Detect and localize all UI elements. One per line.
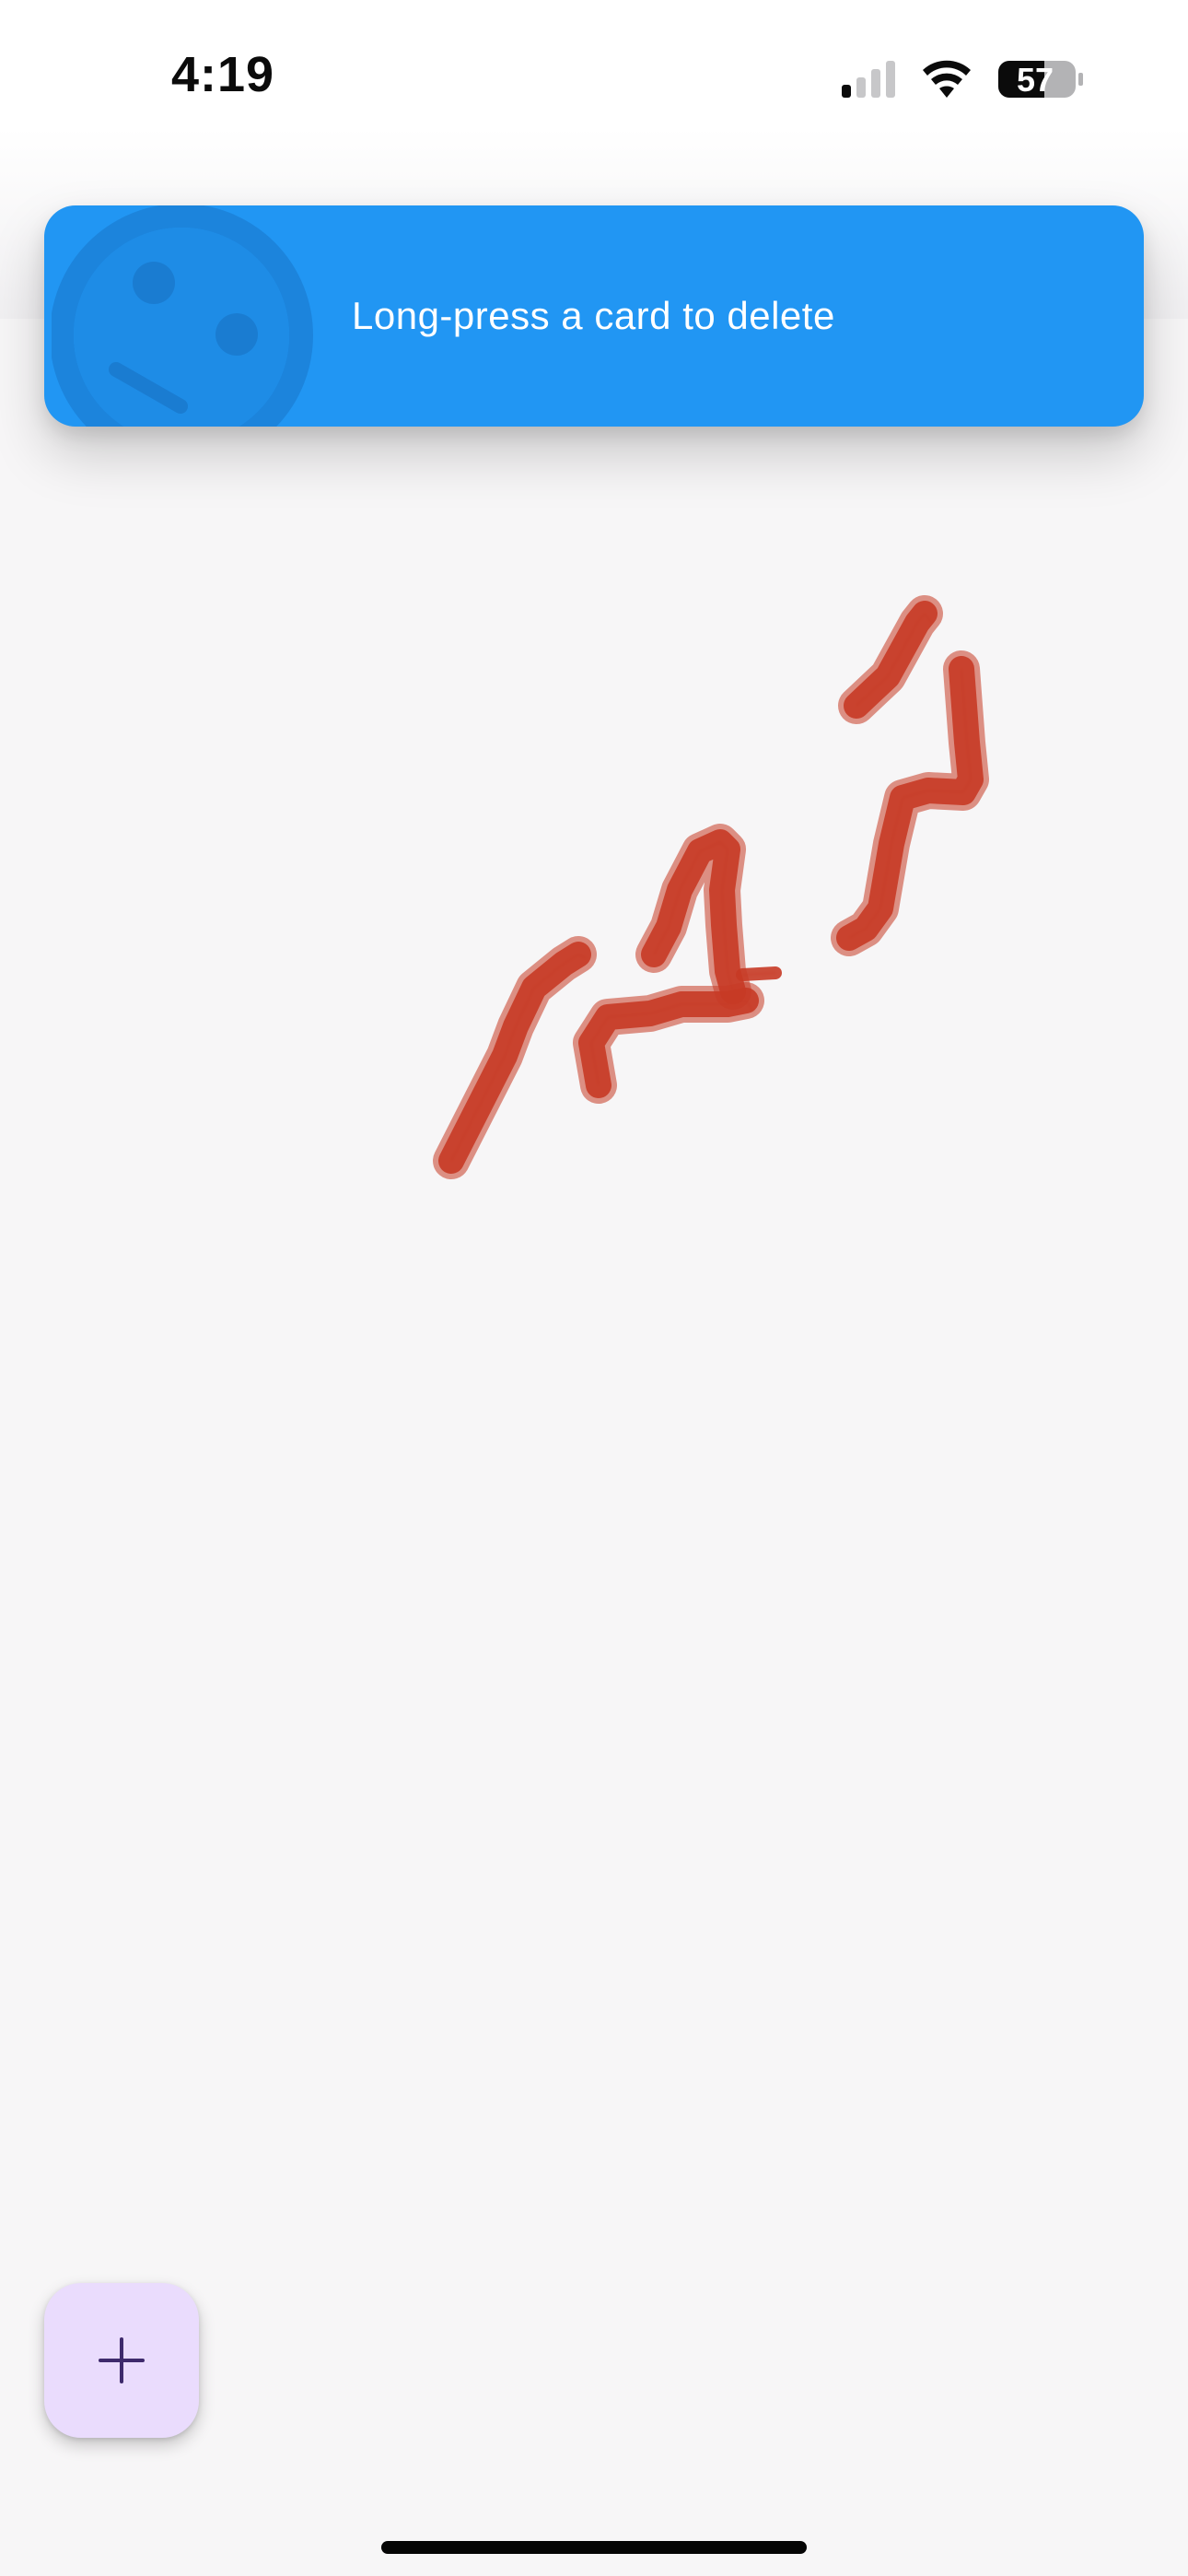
cellular-signal-icon (842, 61, 895, 98)
status-icons: 57 (842, 60, 1083, 99)
battery-level: 57 (1017, 61, 1054, 99)
drawing-canvas[interactable] (0, 319, 1188, 2475)
status-time: 4:19 (171, 47, 275, 102)
add-icon (99, 2337, 145, 2383)
banner-message: Long-press a card to delete (352, 294, 835, 337)
wifi-icon (923, 60, 971, 98)
home-indicator[interactable] (381, 2541, 807, 2554)
sad-face-icon (52, 205, 313, 427)
add-button[interactable] (44, 2283, 199, 2438)
battery-icon: 57 (998, 61, 1083, 99)
delete-hint-banner: Long-press a card to delete (44, 205, 1144, 427)
